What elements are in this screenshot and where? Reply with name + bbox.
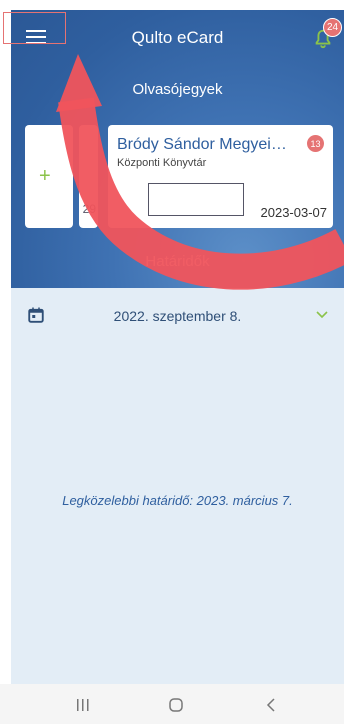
add-card[interactable]: + <box>25 125 73 228</box>
library-branch: Központi Könyvtár <box>117 157 207 169</box>
library-name: Bródy Sándor Megyei… <box>117 136 287 153</box>
back-icon[interactable] <box>260 696 282 714</box>
nearest-deadline: Legközelebbi határidő: 2023. március 7. <box>62 493 293 508</box>
date-selector[interactable]: 2022. szeptember 8. <box>11 302 344 332</box>
header: Qulto eCard 24 Olvasójegyek + 29 Bródy S… <box>11 10 344 288</box>
section-title: Olvasójegyek <box>132 81 223 98</box>
menu-highlight-box <box>3 12 66 44</box>
chevron-down-icon[interactable] <box>316 310 328 320</box>
plus-icon: + <box>39 165 51 187</box>
deadline-panel: 2022. szeptember 8. Legközelebbi határid… <box>11 288 344 684</box>
recents-icon[interactable] <box>72 696 94 714</box>
card-badge: 13 <box>307 135 324 152</box>
card-date: 2023-03-07 <box>260 205 328 220</box>
selected-date: 2022. szeptember 8. <box>113 308 242 324</box>
app-screen: Qulto eCard 24 Olvasójegyek + 29 Bródy S… <box>11 10 344 684</box>
tab-deadlines[interactable]: Határidők <box>11 253 344 270</box>
system-nav-bar <box>0 684 344 724</box>
notification-badge: 24 <box>323 18 342 37</box>
card-number: 29 <box>82 202 96 216</box>
home-icon[interactable] <box>165 696 187 714</box>
library-card[interactable]: Bródy Sándor Megyei… Központi Könyvtár 1… <box>108 125 333 228</box>
library-card-partial[interactable]: 29 <box>79 125 98 228</box>
barcode-box <box>148 183 244 216</box>
